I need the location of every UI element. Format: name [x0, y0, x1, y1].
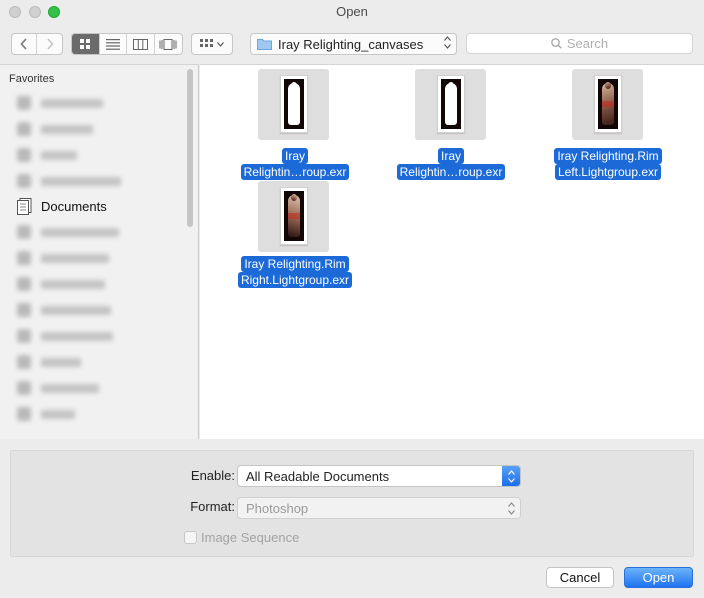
file-browser: Iray Relightin…roup.exr Iray Relightin…rou…: [200, 64, 704, 439]
sidebar-item-blurred[interactable]: [17, 248, 109, 268]
file-name: Iray Relighting.Rim Right.Lightgroup.exr: [220, 256, 370, 288]
zoom-window-button[interactable]: [48, 6, 60, 18]
file-name: Iray Relightin…roup.exr: [220, 148, 370, 180]
sidebar-item-blurred[interactable]: [17, 300, 111, 320]
file-name: Iray Relightin…roup.exr: [376, 148, 526, 180]
sidebar-item-blurred[interactable]: [17, 378, 99, 398]
search-field[interactable]: Search: [466, 33, 693, 54]
sidebar-item-documents[interactable]: Documents: [17, 196, 107, 216]
arrange-grid-icon: [200, 39, 213, 47]
chevron-right-icon: [46, 38, 54, 50]
file-thumbnail: [258, 69, 329, 140]
icon-view-icon: [80, 39, 91, 49]
up-down-icon: [444, 36, 451, 51]
location-label: Iray Relighting_canvases: [278, 36, 424, 52]
arrange-button[interactable]: [191, 33, 233, 55]
image-sequence-checkbox[interactable]: [184, 531, 197, 544]
forward-button[interactable]: [37, 34, 62, 54]
format-value: Photoshop: [246, 500, 309, 516]
back-button[interactable]: [12, 34, 38, 54]
image-sequence-option[interactable]: Image Sequence: [184, 530, 299, 545]
chevron-down-icon: [217, 41, 224, 47]
sidebar-item-blurred[interactable]: [17, 145, 77, 165]
search-icon: [551, 38, 562, 49]
file-thumbnail: [572, 69, 643, 140]
minimize-window-button[interactable]: [29, 6, 41, 18]
enable-popup[interactable]: All Readable Documents: [237, 465, 521, 487]
sidebar-scrollbar[interactable]: [187, 69, 193, 227]
icon-view-button[interactable]: [72, 34, 100, 54]
column-view-icon: [132, 38, 148, 50]
sidebar-item-blurred[interactable]: [17, 326, 113, 346]
sidebar-item-blurred[interactable]: [17, 352, 81, 372]
coverflow-view-icon: [159, 38, 177, 50]
sidebar-item-blurred[interactable]: [17, 171, 121, 191]
folder-icon: [257, 39, 272, 50]
file-thumbnail: [258, 181, 329, 252]
view-mode-selector: [71, 33, 183, 55]
sidebar-item-label: Documents: [41, 198, 107, 214]
coverflow-view-button[interactable]: [155, 34, 182, 54]
title-bar: Open: [0, 0, 704, 24]
sidebar-item-blurred[interactable]: [17, 93, 103, 113]
file-thumbnail: [415, 69, 486, 140]
close-window-button[interactable]: [9, 6, 21, 18]
location-popup[interactable]: Iray Relighting_canvases: [250, 33, 457, 55]
file-name: Iray Relighting.Rim Left.Lightgroup.exr: [533, 148, 683, 180]
sidebar-item-blurred[interactable]: [17, 404, 75, 424]
sidebar-item-blurred[interactable]: [17, 119, 93, 139]
format-popup[interactable]: Photoshop: [237, 497, 521, 519]
sidebar-item-blurred[interactable]: [17, 274, 105, 294]
format-label: Format:: [190, 499, 235, 514]
chevron-left-icon: [20, 38, 27, 50]
column-view-button[interactable]: [127, 34, 155, 54]
enable-label: Enable:: [190, 468, 235, 483]
sidebar: Favorites Documents: [0, 64, 199, 439]
open-dialog: Open Iray Relighting_canvases Search Fav…: [0, 0, 704, 598]
options-panel: Enable: All Readable Documents Format: P…: [10, 450, 694, 557]
documents-icon: [17, 197, 32, 215]
image-sequence-label: Image Sequence: [201, 530, 300, 545]
up-down-icon: [502, 498, 520, 518]
navigation-buttons: [11, 33, 63, 55]
window-title: Open: [336, 4, 368, 19]
toolbar: Iray Relighting_canvases Search: [0, 24, 704, 64]
list-view-icon: [105, 38, 120, 50]
sidebar-item-blurred[interactable]: [17, 222, 119, 242]
open-button[interactable]: Open: [624, 567, 693, 588]
enable-value: All Readable Documents: [246, 468, 390, 484]
arrange-control: [192, 34, 232, 54]
up-down-icon: [502, 466, 520, 486]
sidebar-heading: Favorites: [9, 73, 55, 85]
cancel-button[interactable]: Cancel: [546, 567, 614, 588]
list-view-button[interactable]: [100, 34, 127, 54]
search-placeholder: Search: [566, 36, 609, 51]
